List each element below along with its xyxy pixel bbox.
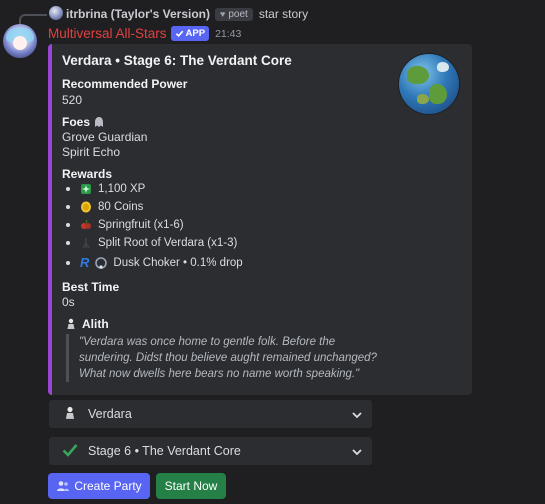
heart-icon: ♥ (220, 9, 226, 19)
best-time-field-value: 0s (62, 295, 75, 309)
rewards-field-name: Rewards (62, 167, 113, 181)
quote-speaker: Alith (66, 317, 109, 331)
reward-label: 80 Coins (98, 201, 144, 213)
chevron-down-icon (352, 412, 362, 419)
foes-label: Foes (62, 115, 91, 129)
reward-item: 80 Coins (62, 201, 143, 213)
alith-figure-icon (65, 406, 75, 419)
start-now-label: Start Now (164, 479, 218, 493)
app-badge-label: APP (185, 28, 206, 39)
zone-select-value: Verdara (88, 407, 132, 421)
planet-globe-icon[interactable] (399, 54, 459, 114)
verified-check-icon (175, 30, 183, 38)
create-party-button[interactable]: Create Party (48, 473, 150, 499)
embed-title: Verdara • Stage 6: The Verdant Core (62, 53, 292, 68)
reward-item: R Dusk Choker • 0.1% drop (62, 255, 243, 270)
stage-embed: Verdara • Stage 6: The Verdant Core Reco… (48, 44, 472, 395)
checkmark-icon (62, 443, 78, 457)
reward-label: Split Root of Verdara (x1-3) (98, 237, 238, 249)
stage-select-value: Stage 6 • The Verdant Core (88, 444, 241, 458)
app-badge: APP (170, 26, 210, 41)
reward-label: 1,100 XP (98, 183, 146, 195)
reply-avatar[interactable] (49, 6, 63, 20)
message-timestamp[interactable]: 21:43 (215, 28, 241, 40)
spirit-icon (95, 117, 104, 127)
power-field-value: 520 (62, 93, 83, 107)
foes-field-name: Foes (62, 115, 104, 129)
user-tag-label: poet (228, 8, 248, 20)
reward-label: Dusk Choker • 0.1% drop (113, 256, 243, 269)
bot-name[interactable]: Multiversal All-Stars (48, 26, 167, 41)
springfruit-icon (81, 219, 91, 229)
create-party-label: Create Party (74, 479, 142, 493)
foe-item: Spirit Echo (62, 145, 121, 159)
rarity-r-icon: R (80, 255, 90, 270)
quote-text: "Verdara was once home to gentle folk. B… (66, 334, 389, 382)
reward-item: 1,100 XP (62, 183, 145, 195)
best-time-field-name: Best Time (62, 280, 120, 294)
reward-item: Springfruit (x1-6) (62, 219, 184, 231)
bot-avatar[interactable] (3, 24, 37, 58)
message-header: Multiversal All-Stars APP 21:43 (48, 25, 241, 42)
dusk-choker-icon (95, 256, 108, 269)
power-field-name: Recommended Power (62, 77, 188, 91)
reward-label: Springfruit (x1-6) (98, 219, 184, 231)
reply-preview[interactable]: itrbrina (Taylor's Version) ♥ poet star … (66, 6, 308, 22)
start-now-button[interactable]: Start Now (156, 473, 226, 499)
party-icon (57, 481, 70, 491)
quote-speaker-name: Alith (82, 317, 109, 331)
split-root-icon (82, 238, 90, 249)
foe-item: Grove Guardian (62, 130, 148, 144)
user-tag: ♥ poet (215, 7, 253, 21)
zone-select[interactable]: Verdara (48, 399, 373, 429)
reward-item: Split Root of Verdara (x1-3) (62, 237, 237, 249)
coin-icon (81, 201, 91, 213)
alith-figure-icon (67, 318, 75, 329)
xp-sparkle-icon (81, 184, 91, 194)
stage-select[interactable]: Stage 6 • The Verdant Core (48, 436, 373, 466)
chevron-down-icon (352, 449, 362, 456)
reply-text[interactable]: star story (259, 7, 308, 21)
reply-author[interactable]: itrbrina (Taylor's Version) (66, 7, 210, 21)
